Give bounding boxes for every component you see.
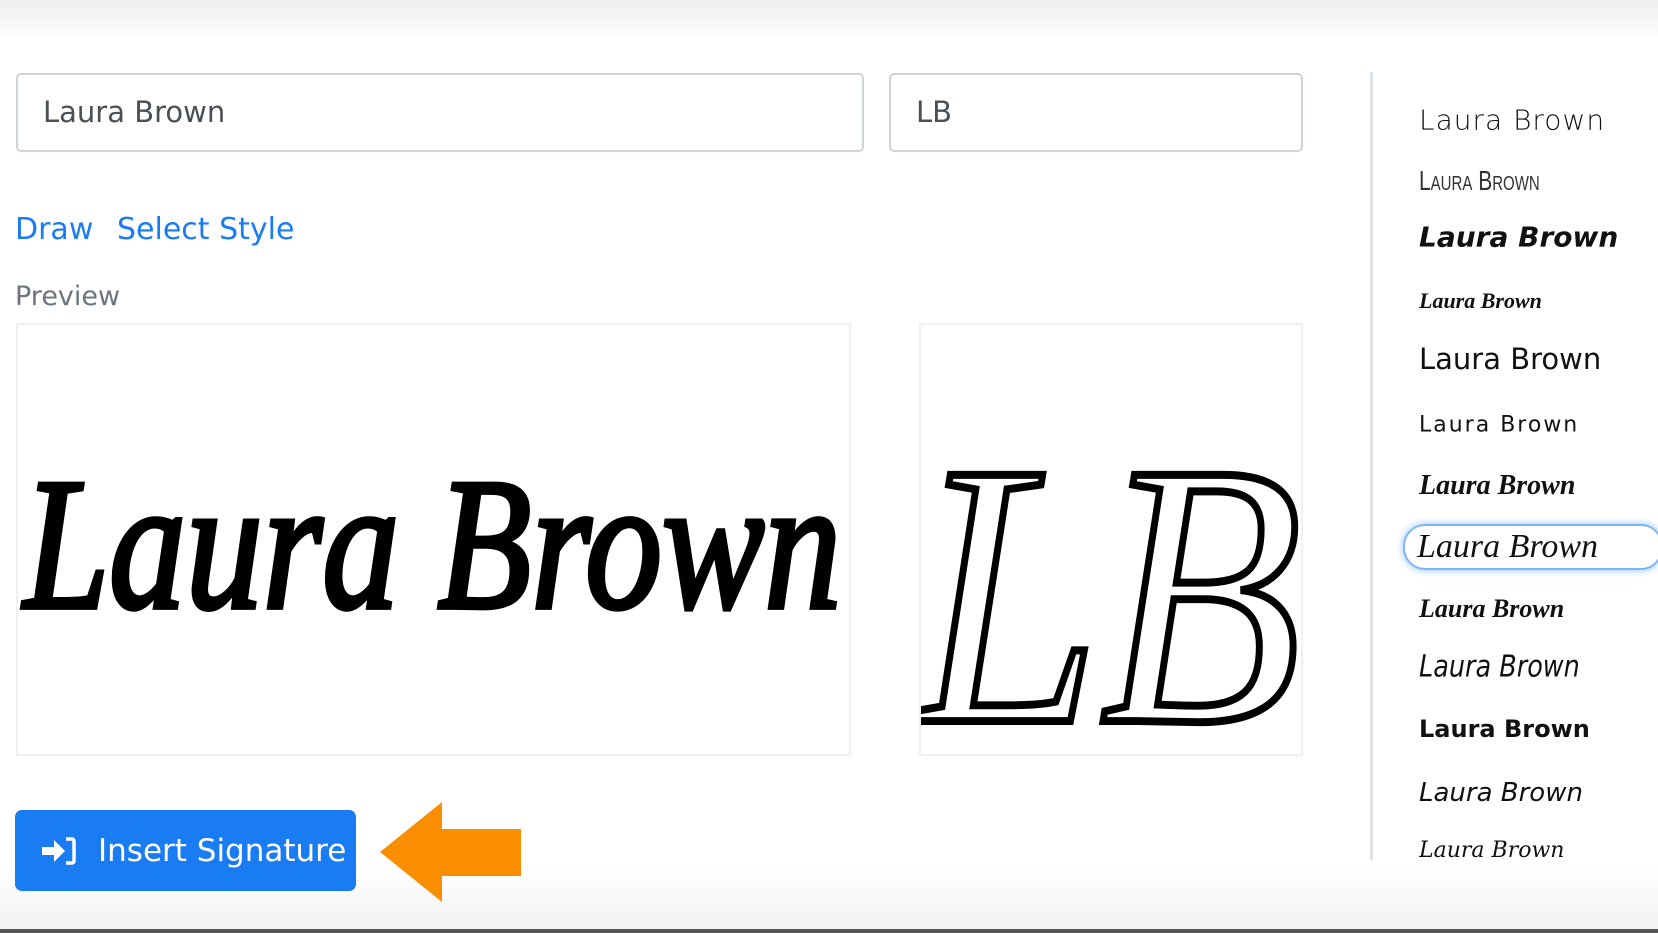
- style-option[interactable]: Laura Brown: [1419, 715, 1590, 743]
- initials-preview: LB: [919, 323, 1303, 756]
- tab-draw[interactable]: Draw: [15, 212, 93, 247]
- initials-input[interactable]: LB: [889, 73, 1303, 152]
- style-option[interactable]: Laura Brown: [1419, 778, 1583, 808]
- style-option[interactable]: Laura Brown: [1419, 165, 1540, 197]
- signature-preview: Laura Brown: [16, 323, 851, 756]
- full-name-input[interactable]: Laura Brown: [16, 73, 864, 152]
- style-option-selected[interactable]: Laura Brown: [1403, 524, 1658, 570]
- sign-in-icon: [42, 836, 76, 865]
- top-shade: [0, 0, 1658, 40]
- signature-preview-text: Laura Brown: [21, 439, 841, 648]
- style-option[interactable]: Laura Brown: [1419, 221, 1618, 254]
- style-list-divider: [1370, 72, 1373, 860]
- preview-label: Preview: [15, 281, 121, 312]
- style-option[interactable]: Laura Brown: [1419, 413, 1579, 438]
- style-option[interactable]: Laura Brown: [1419, 342, 1601, 376]
- style-option[interactable]: Laura Brown: [1419, 838, 1564, 860]
- style-option[interactable]: Laura Brown: [1419, 594, 1564, 624]
- arrow-left-icon: [380, 802, 521, 902]
- tab-select-style[interactable]: Select Style: [117, 212, 294, 247]
- style-option[interactable]: Laura Brown: [1419, 650, 1580, 685]
- bottom-border: [0, 929, 1658, 933]
- insert-signature-label: Insert Signature: [98, 832, 347, 869]
- insert-signature-button[interactable]: Insert Signature: [15, 810, 356, 891]
- initials-preview-text: LB: [921, 387, 1301, 754]
- style-option[interactable]: Laura Brown: [1419, 104, 1605, 137]
- style-option[interactable]: Laura Brown: [1419, 470, 1575, 502]
- style-option[interactable]: Laura Brown: [1419, 288, 1542, 314]
